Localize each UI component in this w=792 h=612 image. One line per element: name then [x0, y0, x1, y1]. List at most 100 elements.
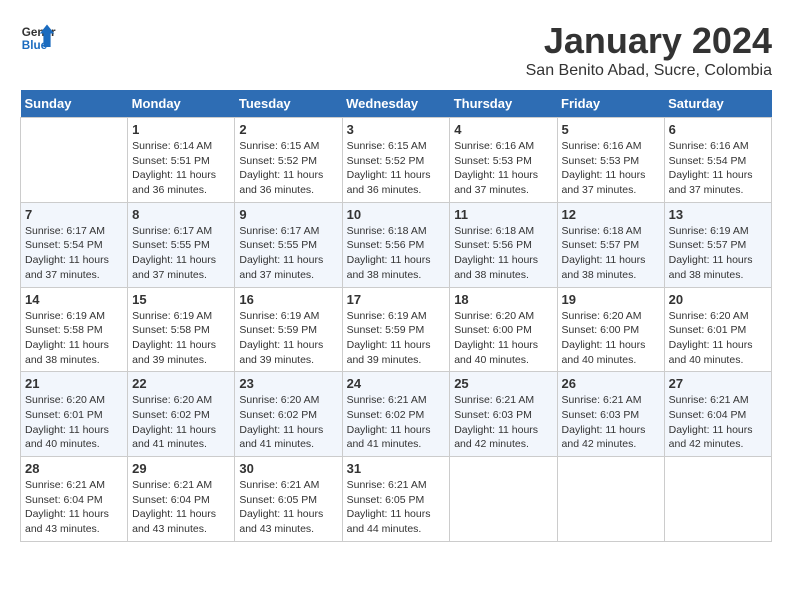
day-number: 21	[25, 376, 123, 391]
day-info: Sunrise: 6:21 AM Sunset: 6:05 PM Dayligh…	[347, 478, 446, 537]
calendar-cell: 7 Sunrise: 6:17 AM Sunset: 5:54 PM Daylig…	[21, 202, 128, 287]
calendar-cell: 1 Sunrise: 6:14 AM Sunset: 5:51 PM Daylig…	[128, 118, 235, 203]
header-row: SundayMondayTuesdayWednesdayThursdayFrid…	[21, 90, 772, 118]
day-number: 19	[562, 292, 660, 307]
day-info: Sunrise: 6:20 AM Sunset: 6:02 PM Dayligh…	[239, 393, 337, 452]
calendar-cell: 2 Sunrise: 6:15 AM Sunset: 5:52 PM Daylig…	[235, 118, 342, 203]
day-info: Sunrise: 6:16 AM Sunset: 5:53 PM Dayligh…	[562, 139, 660, 198]
calendar-cell	[21, 118, 128, 203]
calendar-cell: 14 Sunrise: 6:19 AM Sunset: 5:58 PM Dayli…	[21, 287, 128, 372]
day-number: 9	[239, 207, 337, 222]
day-info: Sunrise: 6:14 AM Sunset: 5:51 PM Dayligh…	[132, 139, 230, 198]
day-info: Sunrise: 6:20 AM Sunset: 6:01 PM Dayligh…	[25, 393, 123, 452]
calendar-cell: 15 Sunrise: 6:19 AM Sunset: 5:58 PM Dayli…	[128, 287, 235, 372]
calendar-cell: 28 Sunrise: 6:21 AM Sunset: 6:04 PM Dayli…	[21, 457, 128, 542]
day-number: 5	[562, 122, 660, 137]
day-info: Sunrise: 6:18 AM Sunset: 5:57 PM Dayligh…	[562, 224, 660, 283]
calendar-cell: 27 Sunrise: 6:21 AM Sunset: 6:04 PM Dayli…	[664, 372, 771, 457]
col-header-wednesday: Wednesday	[342, 90, 450, 118]
day-number: 4	[454, 122, 552, 137]
day-number: 15	[132, 292, 230, 307]
day-number: 18	[454, 292, 552, 307]
day-number: 6	[669, 122, 767, 137]
day-number: 3	[347, 122, 446, 137]
calendar-cell: 20 Sunrise: 6:20 AM Sunset: 6:01 PM Dayli…	[664, 287, 771, 372]
calendar-cell: 19 Sunrise: 6:20 AM Sunset: 6:00 PM Dayli…	[557, 287, 664, 372]
day-number: 2	[239, 122, 337, 137]
calendar-cell: 13 Sunrise: 6:19 AM Sunset: 5:57 PM Dayli…	[664, 202, 771, 287]
week-row: 21 Sunrise: 6:20 AM Sunset: 6:01 PM Dayli…	[21, 372, 772, 457]
col-header-monday: Monday	[128, 90, 235, 118]
day-info: Sunrise: 6:17 AM Sunset: 5:55 PM Dayligh…	[132, 224, 230, 283]
calendar-cell: 11 Sunrise: 6:18 AM Sunset: 5:56 PM Dayli…	[450, 202, 557, 287]
calendar-cell: 16 Sunrise: 6:19 AM Sunset: 5:59 PM Dayli…	[235, 287, 342, 372]
day-info: Sunrise: 6:19 AM Sunset: 5:59 PM Dayligh…	[239, 309, 337, 368]
day-info: Sunrise: 6:20 AM Sunset: 6:01 PM Dayligh…	[669, 309, 767, 368]
day-info: Sunrise: 6:17 AM Sunset: 5:55 PM Dayligh…	[239, 224, 337, 283]
day-info: Sunrise: 6:21 AM Sunset: 6:04 PM Dayligh…	[669, 393, 767, 452]
calendar-cell: 21 Sunrise: 6:20 AM Sunset: 6:01 PM Dayli…	[21, 372, 128, 457]
day-info: Sunrise: 6:20 AM Sunset: 6:00 PM Dayligh…	[454, 309, 552, 368]
calendar-cell: 24Sunrise: 6:21 AM Sunset: 6:02 PM Dayli…	[342, 372, 450, 457]
day-info: Sunrise: 6:21 AM Sunset: 6:04 PM Dayligh…	[132, 478, 230, 537]
month-title: January 2024	[526, 20, 772, 62]
col-header-tuesday: Tuesday	[235, 90, 342, 118]
day-info: Sunrise: 6:17 AM Sunset: 5:54 PM Dayligh…	[25, 224, 123, 283]
week-row: 14 Sunrise: 6:19 AM Sunset: 5:58 PM Dayli…	[21, 287, 772, 372]
day-number: 30	[239, 461, 337, 476]
calendar-cell: 17Sunrise: 6:19 AM Sunset: 5:59 PM Dayli…	[342, 287, 450, 372]
day-info: Sunrise: 6:16 AM Sunset: 5:54 PM Dayligh…	[669, 139, 767, 198]
day-number: 1	[132, 122, 230, 137]
title-area: January 2024 San Benito Abad, Sucre, Col…	[526, 20, 772, 80]
day-info: Sunrise: 6:21 AM Sunset: 6:03 PM Dayligh…	[562, 393, 660, 452]
day-info: Sunrise: 6:21 AM Sunset: 6:05 PM Dayligh…	[239, 478, 337, 537]
day-number: 14	[25, 292, 123, 307]
calendar-cell: 3Sunrise: 6:15 AM Sunset: 5:52 PM Daylig…	[342, 118, 450, 203]
day-number: 24	[347, 376, 446, 391]
week-row: 28 Sunrise: 6:21 AM Sunset: 6:04 PM Dayli…	[21, 457, 772, 542]
calendar-cell: 12 Sunrise: 6:18 AM Sunset: 5:57 PM Dayli…	[557, 202, 664, 287]
day-number: 10	[347, 207, 446, 222]
col-header-saturday: Saturday	[664, 90, 771, 118]
location-title: San Benito Abad, Sucre, Colombia	[526, 62, 772, 80]
day-number: 22	[132, 376, 230, 391]
calendar-cell: 6 Sunrise: 6:16 AM Sunset: 5:54 PM Daylig…	[664, 118, 771, 203]
calendar-cell: 10 Sunrise: 6:18 AM Sunset: 5:56 PM Dayli…	[342, 202, 450, 287]
calendar-cell: 25 Sunrise: 6:21 AM Sunset: 6:03 PM Dayli…	[450, 372, 557, 457]
day-number: 11	[454, 207, 552, 222]
calendar-cell: 8Sunrise: 6:17 AM Sunset: 5:55 PM Daylig…	[128, 202, 235, 287]
calendar-cell: 4Sunrise: 6:16 AM Sunset: 5:53 PM Daylig…	[450, 118, 557, 203]
day-number: 25	[454, 376, 552, 391]
logo-icon: General Blue	[20, 20, 56, 56]
day-number: 28	[25, 461, 123, 476]
day-number: 26	[562, 376, 660, 391]
day-info: Sunrise: 6:18 AM Sunset: 5:56 PM Dayligh…	[454, 224, 552, 283]
calendar-cell	[450, 457, 557, 542]
day-info: Sunrise: 6:20 AM Sunset: 6:00 PM Dayligh…	[562, 309, 660, 368]
calendar-table: SundayMondayTuesdayWednesdayThursdayFrid…	[20, 90, 772, 542]
calendar-cell: 5 Sunrise: 6:16 AM Sunset: 5:53 PM Daylig…	[557, 118, 664, 203]
week-row: 7 Sunrise: 6:17 AM Sunset: 5:54 PM Daylig…	[21, 202, 772, 287]
day-info: Sunrise: 6:19 AM Sunset: 5:59 PM Dayligh…	[347, 309, 446, 368]
day-number: 27	[669, 376, 767, 391]
day-info: Sunrise: 6:19 AM Sunset: 5:58 PM Dayligh…	[132, 309, 230, 368]
calendar-cell: 22 Sunrise: 6:20 AM Sunset: 6:02 PM Dayli…	[128, 372, 235, 457]
calendar-cell: 31Sunrise: 6:21 AM Sunset: 6:05 PM Dayli…	[342, 457, 450, 542]
day-number: 7	[25, 207, 123, 222]
day-number: 23	[239, 376, 337, 391]
day-info: Sunrise: 6:21 AM Sunset: 6:03 PM Dayligh…	[454, 393, 552, 452]
day-number: 20	[669, 292, 767, 307]
day-info: Sunrise: 6:20 AM Sunset: 6:02 PM Dayligh…	[132, 393, 230, 452]
day-number: 16	[239, 292, 337, 307]
day-number: 12	[562, 207, 660, 222]
calendar-cell: 30 Sunrise: 6:21 AM Sunset: 6:05 PM Dayli…	[235, 457, 342, 542]
day-number: 29	[132, 461, 230, 476]
day-info: Sunrise: 6:19 AM Sunset: 5:57 PM Dayligh…	[669, 224, 767, 283]
day-info: Sunrise: 6:18 AM Sunset: 5:56 PM Dayligh…	[347, 224, 446, 283]
day-number: 13	[669, 207, 767, 222]
calendar-cell: 23 Sunrise: 6:20 AM Sunset: 6:02 PM Dayli…	[235, 372, 342, 457]
col-header-sunday: Sunday	[21, 90, 128, 118]
day-info: Sunrise: 6:15 AM Sunset: 5:52 PM Dayligh…	[239, 139, 337, 198]
day-info: Sunrise: 6:21 AM Sunset: 6:04 PM Dayligh…	[25, 478, 123, 537]
day-info: Sunrise: 6:19 AM Sunset: 5:58 PM Dayligh…	[25, 309, 123, 368]
